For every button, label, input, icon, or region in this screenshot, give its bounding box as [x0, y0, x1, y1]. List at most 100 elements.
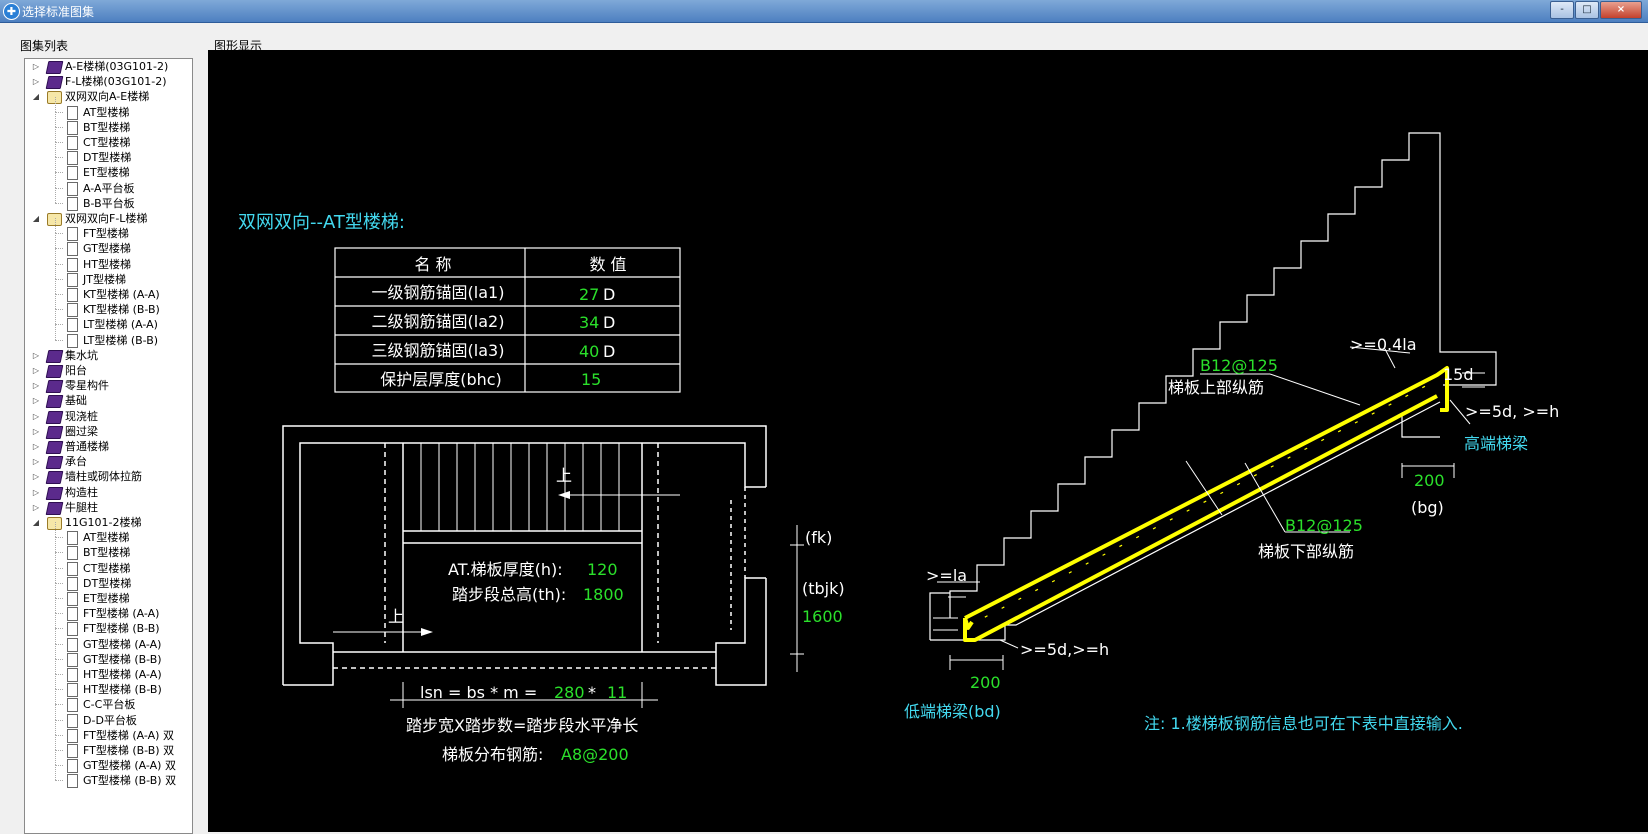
document-icon — [67, 333, 78, 348]
book-icon — [45, 425, 64, 439]
step-count-value[interactable]: 11 — [607, 683, 627, 702]
tbjk-label: (tbjk) — [802, 579, 845, 598]
table-row-value[interactable]: 34 — [579, 313, 599, 332]
tree-connector — [55, 339, 63, 341]
tree-connector — [55, 324, 56, 340]
table-row-value[interactable]: 27 — [579, 285, 599, 304]
tree-toggle-icon[interactable]: ◢ — [31, 89, 41, 104]
tree-toggle-icon[interactable]: ▷ — [31, 348, 41, 363]
tree-connector — [55, 765, 56, 781]
tree-connector — [55, 750, 56, 766]
tree-toggle-icon[interactable]: ▷ — [31, 454, 41, 469]
bg-label: (bg) — [1411, 498, 1444, 517]
tree-node-label: 阳台 — [65, 364, 87, 377]
tree-toggle-icon[interactable]: ▷ — [31, 409, 41, 424]
document-icon — [67, 759, 78, 774]
tree-connector — [55, 309, 63, 311]
tree-connector — [55, 187, 63, 189]
document-icon — [67, 713, 78, 728]
book-icon — [45, 349, 64, 363]
thickness-label: AT.梯板厚度(h): — [448, 560, 563, 579]
distribution-rebar-value[interactable]: A8@200 — [561, 745, 629, 764]
document-icon — [67, 227, 78, 242]
tree-toggle-icon[interactable]: ▷ — [31, 378, 41, 393]
high-beam-width-value[interactable]: 200 — [1414, 471, 1445, 490]
book-icon — [45, 456, 64, 470]
tree-node-label: AT型楼梯 — [83, 531, 130, 545]
document-icon — [67, 242, 78, 257]
table-row-value[interactable]: 40 — [579, 342, 599, 361]
tree-node-label: CT型楼梯 — [83, 561, 131, 575]
app-icon: ✚ — [3, 3, 20, 20]
tree-connector — [55, 279, 56, 294]
tree-node-label: C-C平台板 — [83, 698, 136, 712]
tree-connector — [55, 233, 56, 249]
table-row-name: 三级钢筋锚固(la3) — [372, 341, 505, 360]
table-row-unit: D — [603, 342, 615, 361]
document-icon — [67, 196, 78, 211]
document-icon — [67, 303, 78, 318]
tree-connector — [55, 157, 63, 159]
tree-node-label: 零星构件 — [65, 379, 109, 393]
tree-node-label: FT型楼梯 (B-B) 双 — [83, 744, 175, 757]
low-beam-width-value[interactable]: 200 — [970, 673, 1001, 692]
tree-toggle-icon[interactable]: ▷ — [31, 59, 41, 74]
tree-node-label: FT型楼梯 (B-B) — [83, 622, 160, 636]
tree-connector — [55, 248, 63, 250]
tree-connector — [55, 324, 63, 326]
tree-node-label: ET型楼梯 — [83, 592, 130, 605]
tree-connector — [55, 111, 56, 127]
thickness-value[interactable]: 120 — [587, 560, 618, 579]
tree-node-label: FT型楼梯 — [83, 227, 129, 241]
book-icon — [45, 501, 64, 515]
tree-toggle-icon[interactable]: ▷ — [31, 469, 41, 484]
table-row-value[interactable]: 15 — [581, 370, 601, 389]
tree-connector — [55, 537, 63, 539]
document-icon — [67, 272, 78, 287]
tree-connector — [55, 294, 56, 310]
document-icon — [67, 622, 78, 637]
tree-node-label: DT型楼梯 — [83, 151, 132, 165]
tree-toggle-icon[interactable]: ▷ — [31, 74, 41, 89]
book-icon — [45, 76, 64, 90]
close-button[interactable]: × — [1600, 1, 1642, 19]
stair-plan-view — [282, 425, 767, 686]
tree-connector — [55, 689, 63, 691]
atlas-tree[interactable]: ▷ A-E楼梯(03G101-2) ▷ F-L楼梯(03G101-2) ◢ 双网双向A-E… — [24, 58, 193, 834]
stair-width-value[interactable]: 1600 — [802, 607, 843, 626]
tree-connector — [55, 187, 56, 203]
tree-toggle-icon[interactable]: ▷ — [31, 424, 41, 439]
tree-toggle-icon[interactable]: ▷ — [31, 439, 41, 454]
distribution-rebar-label: 梯板分布钢筋: — [442, 745, 543, 764]
tree-toggle-icon[interactable]: ▷ — [31, 393, 41, 408]
document-icon — [67, 105, 78, 120]
document-icon — [67, 546, 78, 561]
document-icon — [67, 607, 78, 622]
document-icon — [67, 531, 78, 546]
up-arrow-label: 上 — [388, 607, 404, 626]
tree-connector — [55, 643, 56, 659]
height-value[interactable]: 1800 — [583, 585, 624, 604]
tree-connector — [55, 278, 63, 280]
document-icon — [67, 120, 78, 135]
top-rebar-value[interactable]: B12@125 — [1200, 356, 1278, 375]
tree-connector — [55, 218, 56, 234]
multiply-sign: * — [588, 683, 596, 702]
tree-connector — [55, 613, 63, 615]
restore-button[interactable]: □ — [1575, 1, 1599, 19]
tree-toggle-icon[interactable]: ◢ — [31, 515, 41, 530]
bottom-rebar-value[interactable]: B12@125 — [1285, 516, 1363, 535]
document-icon — [67, 257, 78, 272]
minimize-button[interactable]: - — [1550, 1, 1574, 19]
window-title: 选择标准图集 — [22, 5, 95, 19]
document-icon — [67, 652, 78, 667]
tree-connector — [55, 719, 63, 721]
tree-toggle-icon[interactable]: ▷ — [31, 500, 41, 515]
tree-toggle-icon[interactable]: ▷ — [31, 363, 41, 378]
tree-node-label: 现浇桩 — [65, 409, 98, 423]
tree-node-label: 双网双向F-L楼梯 — [65, 212, 148, 225]
step-width-value[interactable]: 280 — [554, 683, 585, 702]
tree-toggle-icon[interactable]: ◢ — [31, 211, 41, 226]
book-icon — [45, 380, 64, 394]
tree-toggle-icon[interactable]: ▷ — [31, 485, 41, 500]
